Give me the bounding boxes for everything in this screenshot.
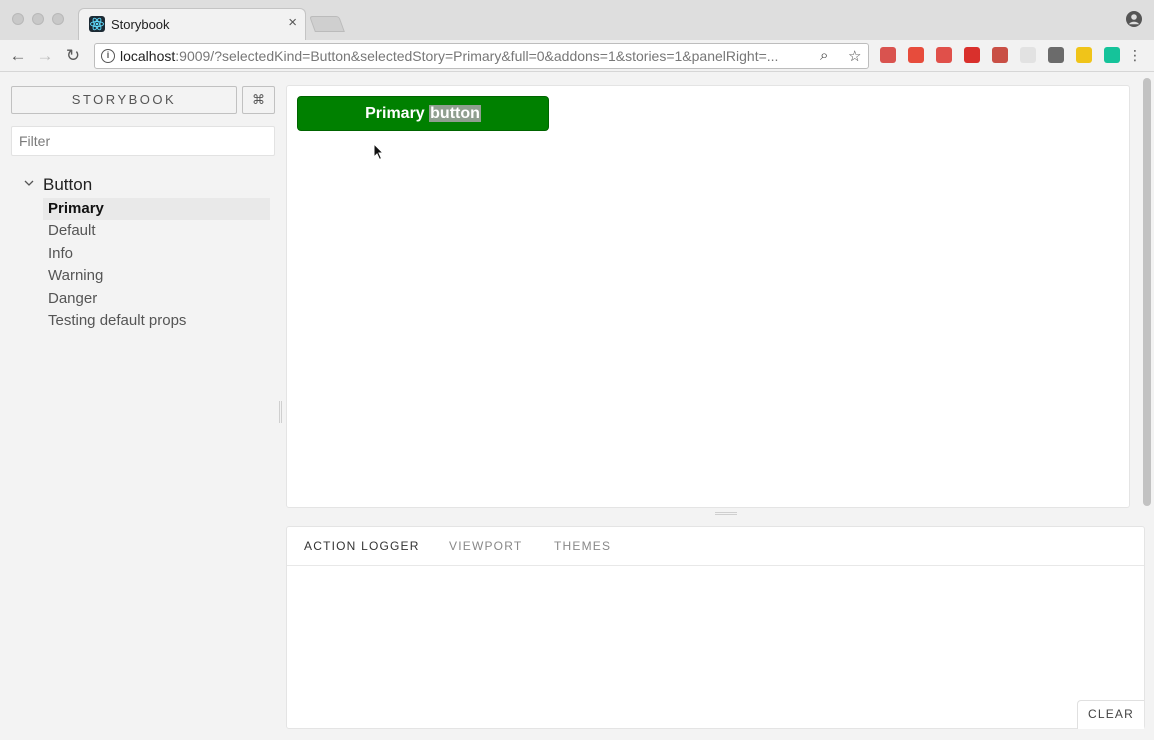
profile-icon[interactable]: [1126, 11, 1142, 27]
story-danger[interactable]: Danger: [43, 288, 270, 310]
close-icon[interactable]: ×: [288, 15, 297, 31]
back-button[interactable]: ←: [8, 46, 28, 66]
moon-ext-icon[interactable]: [1076, 47, 1092, 63]
zoom-icon[interactable]: ⌕: [820, 47, 828, 64]
story-preview: Primary button: [286, 85, 1130, 508]
story-default[interactable]: Default: [43, 220, 270, 242]
browser-toolbar: ← → ↻ i localhost:9009/?selectedKind=But…: [0, 40, 1154, 72]
url-text[interactable]: localhost:9009/?selectedKind=Button&sele…: [120, 48, 810, 64]
story-testing-default-props[interactable]: Testing default props: [43, 310, 270, 332]
calendar-ext-icon[interactable]: [880, 47, 896, 63]
scrollbar-thumb[interactable]: [1143, 78, 1151, 506]
story-primary[interactable]: Primary: [43, 198, 270, 220]
story-warning[interactable]: Warning: [43, 265, 270, 287]
browser-menu-icon[interactable]: ⋮: [1128, 48, 1142, 62]
adblock-ext-icon[interactable]: [964, 47, 980, 63]
tab-action-logger[interactable]: ACTION LOGGER: [304, 539, 420, 553]
tab-themes[interactable]: THEMES: [554, 539, 611, 553]
grammarly-ext-icon[interactable]: [1104, 47, 1120, 63]
preview-scrollbar[interactable]: [1141, 74, 1154, 510]
chevron-down-icon: [24, 180, 34, 186]
address-bar[interactable]: i localhost:9009/?selectedKind=Button&se…: [94, 43, 869, 69]
window-zoom-control[interactable]: [52, 13, 64, 25]
panel-resize-handle[interactable]: [715, 512, 737, 515]
picture-ext-icon[interactable]: [992, 47, 1008, 63]
shield-ext-icon[interactable]: [936, 47, 952, 63]
tab-title: Storybook: [111, 17, 170, 32]
new-tab-button[interactable]: [309, 16, 345, 32]
browser-tab[interactable]: Storybook ×: [78, 8, 306, 40]
addon-tabs: ACTION LOGGER VIEWPORT THEMES: [287, 527, 1144, 566]
opera-ext-icon[interactable]: [908, 47, 924, 63]
window-minimize-control[interactable]: [32, 13, 44, 25]
addon-panel: ACTION LOGGER VIEWPORT THEMES CLEAR: [286, 526, 1145, 729]
storybook-title-button[interactable]: STORYBOOK: [11, 86, 237, 114]
star-icon[interactable]: ☆: [848, 47, 861, 65]
tab-viewport[interactable]: VIEWPORT: [449, 539, 522, 553]
window-close-control[interactable]: [12, 13, 24, 25]
kind-label: Button: [43, 175, 93, 194]
info-icon[interactable]: i: [101, 49, 115, 63]
story-info[interactable]: Info: [43, 243, 270, 265]
clear-button[interactable]: CLEAR: [1077, 700, 1144, 729]
mouse-cursor-icon: [373, 143, 385, 161]
evernote-ext-icon[interactable]: [1048, 47, 1064, 63]
forward-button[interactable]: →: [35, 46, 55, 66]
primary-button[interactable]: Primary button: [297, 96, 549, 131]
circle-ext-icon[interactable]: [1020, 47, 1036, 63]
react-icon: [89, 16, 105, 32]
reload-button[interactable]: ↻: [63, 46, 83, 66]
filter-input[interactable]: [11, 126, 275, 156]
sidebar-resize-handle[interactable]: [279, 401, 282, 423]
shortcuts-button[interactable]: ⌘: [242, 86, 275, 114]
browser-tab-bar: Storybook ×: [0, 0, 1154, 40]
